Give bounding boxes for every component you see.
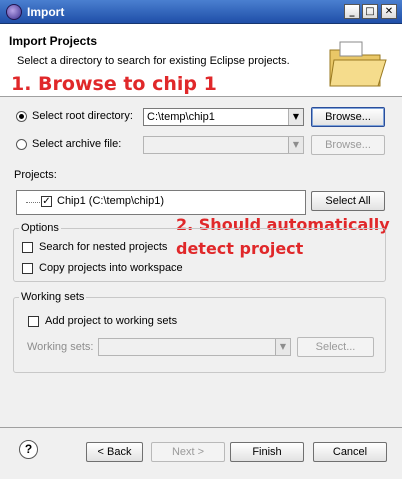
browse-archive-button[interactable]: Browse... (311, 135, 385, 155)
chevron-down-icon[interactable]: ▼ (275, 339, 290, 355)
help-icon[interactable]: ? (19, 440, 38, 459)
options-group-title: Options (19, 222, 61, 234)
working-sets-input[interactable]: ▼ (98, 338, 291, 356)
folder-icon (329, 41, 387, 87)
copy-projects-label[interactable]: Copy projects into workspace (39, 262, 183, 274)
chevron-down-icon[interactable]: ▼ (288, 137, 303, 153)
chevron-down-icon[interactable]: ▼ (288, 109, 303, 125)
select-working-sets-button[interactable]: Select... (297, 337, 374, 357)
select-all-button[interactable]: Select All (311, 191, 385, 211)
project-item-chip1[interactable]: Chip1 (C:\temp\chip1) (57, 195, 164, 207)
copy-projects-checkbox[interactable] (22, 263, 33, 274)
annotation-step-1: 1. Browse to chip 1 (11, 73, 217, 95)
project-checkbox[interactable]: ✓ (41, 196, 52, 207)
eclipse-icon (6, 4, 22, 20)
root-directory-value: C:\temp\chip1 (147, 111, 215, 123)
add-to-working-sets-label[interactable]: Add project to working sets (45, 315, 177, 327)
search-nested-checkbox[interactable] (22, 242, 33, 253)
archive-file-radio[interactable] (16, 139, 27, 150)
projects-label: Projects: (14, 169, 57, 181)
next-button[interactable]: Next > (151, 442, 225, 462)
search-nested-label[interactable]: Search for nested projects (39, 241, 167, 253)
page-description: Select a directory to search for existin… (17, 55, 290, 67)
window-title: Import (27, 5, 65, 19)
footer-separator (0, 427, 402, 428)
back-button[interactable]: < Back (86, 442, 143, 462)
browse-button[interactable]: Browse... (311, 107, 385, 127)
maximize-icon[interactable]: □ (362, 4, 378, 19)
add-to-working-sets-checkbox[interactable] (28, 316, 39, 327)
archive-file-label: Select archive file: (32, 138, 122, 150)
finish-button[interactable]: Finish (230, 442, 304, 462)
minimize-icon[interactable]: _ (344, 4, 360, 19)
title-bar: Import _ □ ✕ (0, 0, 402, 24)
root-directory-label: Select root directory: (32, 110, 133, 122)
working-sets-group-title: Working sets (19, 291, 87, 303)
tree-connector (26, 202, 42, 203)
root-directory-radio[interactable] (16, 111, 27, 122)
page-title: Import Projects (9, 34, 98, 48)
archive-file-input[interactable]: ▼ (143, 136, 304, 154)
close-icon[interactable]: ✕ (381, 4, 397, 19)
working-sets-label: Working sets: (27, 341, 94, 353)
root-directory-input[interactable]: C:\temp\chip1 ▼ (143, 108, 304, 126)
working-sets-group (13, 297, 386, 373)
projects-list[interactable]: ✓ Chip1 (C:\temp\chip1) (16, 190, 306, 215)
cancel-button[interactable]: Cancel (313, 442, 387, 462)
wizard-header: Import Projects Select a directory to se… (0, 24, 402, 97)
